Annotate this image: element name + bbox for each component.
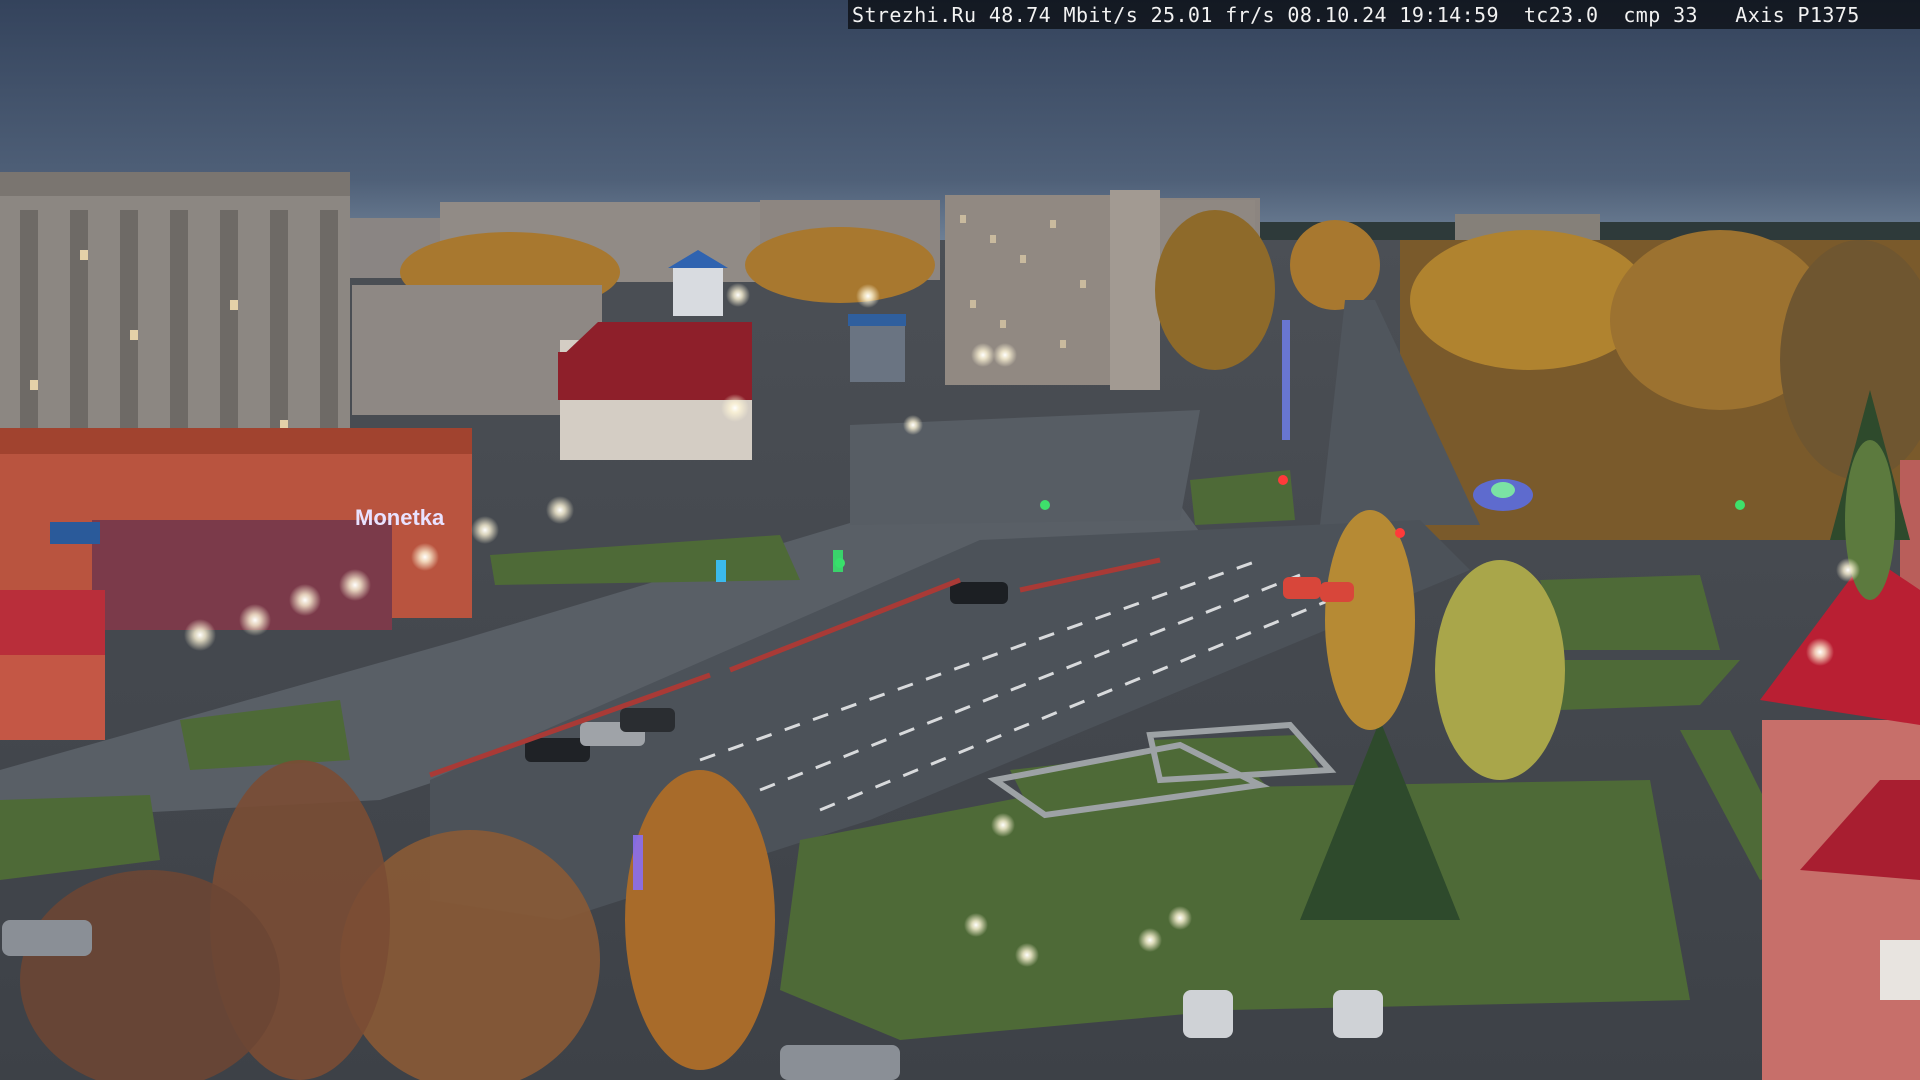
center-kiosk: [848, 314, 906, 382]
camera-osd-text: Strezhi.Ru 48.74 Mbit/s 25.01 fr/s 08.10…: [852, 2, 1860, 27]
upper-square: [850, 410, 1200, 525]
camera-osd-bar: Strezhi.Ru 48.74 Mbit/s 25.01 fr/s 08.10…: [848, 0, 1920, 29]
camera-frame: Monetka Strezhi.Ru 48.74 Mbit/s 25.01 fr…: [0, 0, 1920, 1080]
storefront-sign: Monetka: [355, 505, 445, 530]
red-roof-building: [558, 322, 752, 460]
city-scene: Monetka: [0, 0, 1920, 1080]
